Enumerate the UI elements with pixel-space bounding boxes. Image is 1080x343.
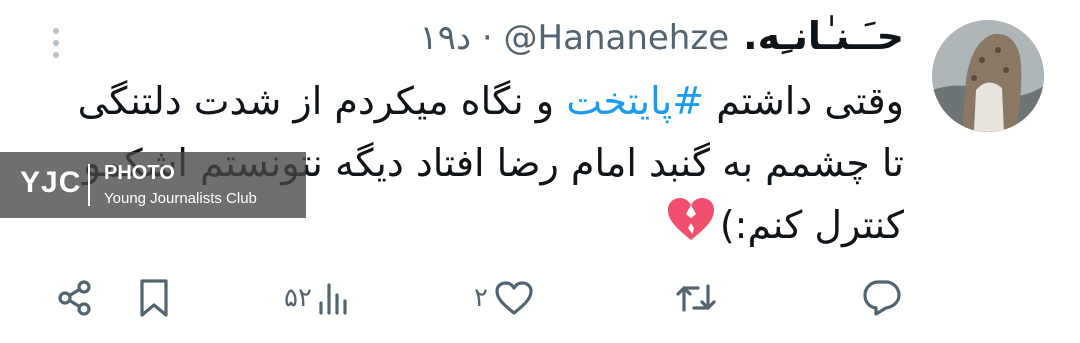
user-handle[interactable]: @Hananehze <box>504 18 730 58</box>
meta-separator: · <box>481 18 493 58</box>
retweet-button[interactable] <box>674 278 718 318</box>
retweet-icon <box>674 280 718 316</box>
like-icon <box>494 280 534 316</box>
like-button[interactable]: ۲ <box>474 278 534 318</box>
share-icon <box>56 279 94 317</box>
reply-icon <box>862 279 902 317</box>
watermark-subtitle: Young Journalists Club <box>104 190 257 207</box>
watermark-divider <box>88 164 90 206</box>
tweet-text-line: وقتی داشتم #پایتخت و نگاه میکردم از شدت … <box>78 70 904 132</box>
display-name[interactable]: .حـَـنـٰانـِه <box>743 14 904 58</box>
watermark-brand: YJC <box>20 166 82 199</box>
views-count: ۵۲ <box>284 283 312 313</box>
like-count: ۲ <box>474 283 488 313</box>
tweet-meta: ۱۹د · @Hananehze <box>419 18 729 58</box>
views-button[interactable]: ۵۲ <box>284 278 348 318</box>
bookmark-button[interactable] <box>138 278 170 318</box>
tweet-text-segment: و نگاه میکردم از شدت دلتنگی <box>77 79 567 123</box>
avatar[interactable] <box>932 20 1044 132</box>
tweet-text-segment: وقتی داشتم <box>704 79 904 123</box>
views-icon <box>318 281 348 315</box>
watermark-title: PHOTO <box>104 162 175 184</box>
tweet[interactable]: ۱۹د · @Hananehze .حـَـنـٰانـِه وقتی داشت… <box>0 0 1080 343</box>
tweet-time[interactable]: ۱۹د <box>419 18 471 58</box>
share-button[interactable] <box>56 278 94 318</box>
bookmark-icon <box>138 278 170 318</box>
yjc-watermark: YJC PHOTO Young Journalists Club <box>0 152 306 218</box>
tweet-actions: ۵۲ ۲ <box>0 268 1080 328</box>
reply-button[interactable] <box>862 278 902 318</box>
more-options-icon[interactable] <box>48 26 64 60</box>
tweet-text-segment: کنترل کنم:) <box>719 203 904 247</box>
hashtag-link[interactable]: #پایتخت <box>566 79 704 123</box>
tweet-header: ۱۹د · @Hananehze .حـَـنـٰانـِه <box>419 14 904 70</box>
broken-heart-icon <box>666 196 716 260</box>
